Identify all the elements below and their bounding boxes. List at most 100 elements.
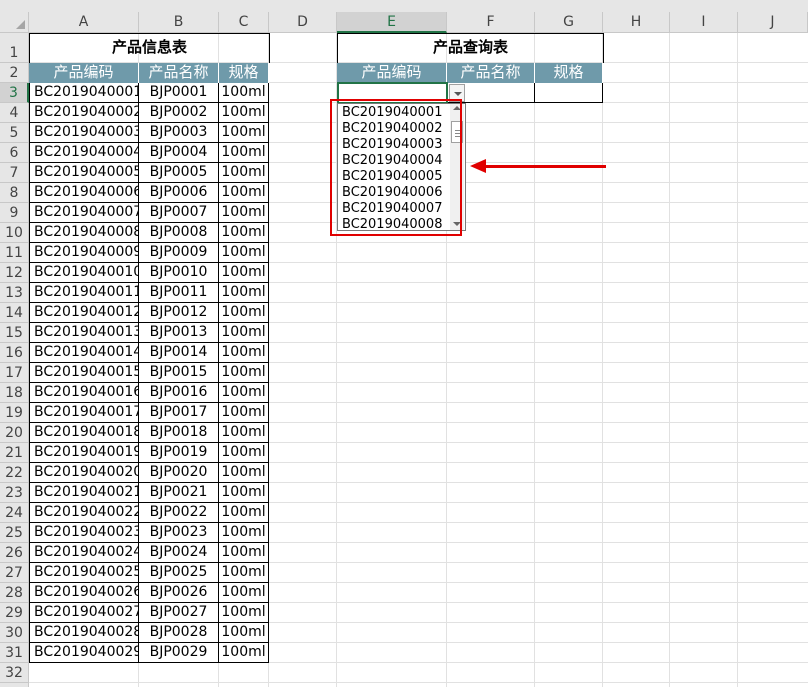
row-header-21[interactable]: 21 — [0, 443, 29, 463]
info-table-cell[interactable]: BJP0016 — [139, 383, 219, 403]
info-table-cell[interactable]: BJP0012 — [139, 303, 219, 323]
info-table-cell[interactable]: 100ml — [219, 223, 269, 243]
query-table-title[interactable]: 产品查询表 — [337, 33, 604, 63]
info-table-cell[interactable]: 100ml — [219, 123, 269, 143]
row-header-6[interactable]: 6 — [0, 143, 29, 163]
info-table-cell[interactable]: 100ml — [219, 623, 269, 643]
info-table-cell[interactable]: BC2019040020 — [29, 463, 139, 483]
info-table-cell[interactable]: 100ml — [219, 443, 269, 463]
row-header-23[interactable]: 23 — [0, 483, 29, 503]
query-table-header-0[interactable]: 产品编码 — [337, 63, 447, 83]
info-table-cell[interactable]: BJP0011 — [139, 283, 219, 303]
info-table-cell[interactable]: BJP0023 — [139, 523, 219, 543]
info-table-cell[interactable]: 100ml — [219, 183, 269, 203]
info-table-cell[interactable]: BJP0007 — [139, 203, 219, 223]
info-table-cell[interactable]: BC2019040021 — [29, 483, 139, 503]
info-table-header-0[interactable]: 产品编码 — [29, 63, 139, 83]
info-table-cell[interactable]: BJP0001 — [139, 83, 219, 103]
info-table-cell[interactable]: BC2019040009 — [29, 243, 139, 263]
column-header-c[interactable]: C — [219, 12, 269, 33]
row-header-19[interactable]: 19 — [0, 403, 29, 423]
info-table-cell[interactable]: BC2019040029 — [29, 643, 139, 663]
info-table-cell[interactable]: 100ml — [219, 583, 269, 603]
row-header-31[interactable]: 31 — [0, 643, 29, 663]
info-table-cell[interactable]: BC2019040012 — [29, 303, 139, 323]
info-table-cell[interactable]: BJP0025 — [139, 563, 219, 583]
info-table-cell[interactable]: 100ml — [219, 83, 269, 103]
column-header-f[interactable]: F — [447, 12, 535, 33]
column-header-j[interactable]: J — [738, 12, 808, 33]
info-table-cell[interactable]: BC2019040011 — [29, 283, 139, 303]
row-header-3[interactable]: 3 — [0, 83, 29, 103]
info-table-cell[interactable]: BJP0026 — [139, 583, 219, 603]
info-table-cell[interactable]: BC2019040022 — [29, 503, 139, 523]
row-header-10[interactable]: 10 — [0, 223, 29, 243]
info-table-cell[interactable]: BJP0006 — [139, 183, 219, 203]
row-header-7[interactable]: 7 — [0, 163, 29, 183]
row-header-30[interactable]: 30 — [0, 623, 29, 643]
row-header-12[interactable]: 12 — [0, 263, 29, 283]
info-table-cell[interactable]: BJP0019 — [139, 443, 219, 463]
info-table-cell[interactable]: BJP0002 — [139, 103, 219, 123]
info-table-cell[interactable]: 100ml — [219, 483, 269, 503]
info-table-cell[interactable]: BJP0014 — [139, 343, 219, 363]
info-table-cell[interactable]: BC2019040010 — [29, 263, 139, 283]
info-table-cell[interactable]: BJP0008 — [139, 223, 219, 243]
info-table-cell[interactable]: BJP0028 — [139, 623, 219, 643]
info-table-cell[interactable]: BJP0013 — [139, 323, 219, 343]
info-table-cell[interactable]: 100ml — [219, 143, 269, 163]
info-table-cell[interactable]: BC2019040018 — [29, 423, 139, 443]
info-table-cell[interactable]: 100ml — [219, 643, 269, 663]
query-value-cell[interactable] — [535, 83, 603, 103]
info-table-cell[interactable]: BJP0017 — [139, 403, 219, 423]
info-table-cell[interactable]: BJP0003 — [139, 123, 219, 143]
column-header-d[interactable]: D — [269, 12, 337, 33]
info-table-cell[interactable]: BC2019040015 — [29, 363, 139, 383]
row-header-25[interactable]: 25 — [0, 523, 29, 543]
info-table-cell[interactable]: 100ml — [219, 423, 269, 443]
info-table-cell[interactable]: BC2019040026 — [29, 583, 139, 603]
row-header-27[interactable]: 27 — [0, 563, 29, 583]
info-table-cell[interactable]: BC2019040002 — [29, 103, 139, 123]
column-header-h[interactable]: H — [603, 12, 670, 33]
info-table-cell[interactable]: BC2019040005 — [29, 163, 139, 183]
info-table-cell[interactable]: 100ml — [219, 403, 269, 423]
info-table-cell[interactable]: BJP0010 — [139, 263, 219, 283]
query-table-header-1[interactable]: 产品名称 — [447, 63, 535, 83]
info-table-cell[interactable]: 100ml — [219, 523, 269, 543]
row-header-8[interactable]: 8 — [0, 183, 29, 203]
row-header-18[interactable]: 18 — [0, 383, 29, 403]
row-header-32[interactable]: 32 — [0, 663, 29, 683]
info-table-cell[interactable]: BJP0009 — [139, 243, 219, 263]
row-header-13[interactable]: 13 — [0, 283, 29, 303]
row-header-26[interactable]: 26 — [0, 543, 29, 563]
info-table-cell[interactable]: 100ml — [219, 543, 269, 563]
info-table-cell[interactable]: BC2019040008 — [29, 223, 139, 243]
column-header-e[interactable]: E — [337, 12, 447, 33]
info-table-cell[interactable]: BJP0027 — [139, 603, 219, 623]
info-table-cell[interactable]: BJP0020 — [139, 463, 219, 483]
info-table-cell[interactable]: BC2019040024 — [29, 543, 139, 563]
info-table-cell[interactable]: BJP0015 — [139, 363, 219, 383]
info-table-cell[interactable]: BJP0029 — [139, 643, 219, 663]
info-table-cell[interactable]: 100ml — [219, 103, 269, 123]
info-table-title[interactable]: 产品信息表 — [29, 33, 270, 63]
info-table-cell[interactable]: BC2019040019 — [29, 443, 139, 463]
column-header-a[interactable]: A — [29, 12, 139, 33]
column-header-g[interactable]: G — [535, 12, 603, 33]
info-table-cell[interactable]: BC2019040001 — [29, 83, 139, 103]
info-table-cell[interactable]: BJP0024 — [139, 543, 219, 563]
info-table-header-1[interactable]: 产品名称 — [139, 63, 219, 83]
info-table-cell[interactable]: 100ml — [219, 283, 269, 303]
info-table-cell[interactable]: 100ml — [219, 163, 269, 183]
info-table-cell[interactable]: BC2019040017 — [29, 403, 139, 423]
query-table-header-2[interactable]: 规格 — [535, 63, 603, 83]
info-table-cell[interactable]: 100ml — [219, 243, 269, 263]
info-table-cell[interactable]: BJP0022 — [139, 503, 219, 523]
info-table-cell[interactable]: 100ml — [219, 203, 269, 223]
row-header-17[interactable]: 17 — [0, 363, 29, 383]
row-header-4[interactable]: 4 — [0, 103, 29, 123]
info-table-cell[interactable]: 100ml — [219, 503, 269, 523]
row-header-14[interactable]: 14 — [0, 303, 29, 323]
info-table-cell[interactable]: 100ml — [219, 383, 269, 403]
